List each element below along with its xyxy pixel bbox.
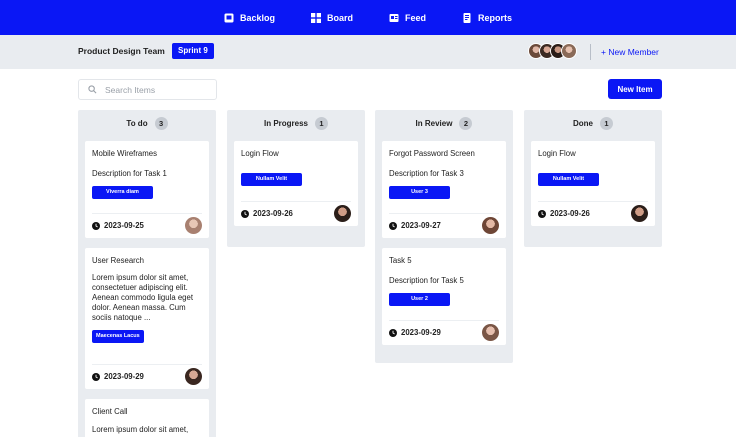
card-date-group: 2023-09-27 — [389, 221, 441, 230]
column-header: Done 1 — [524, 110, 662, 136]
assignee-avatar[interactable] — [631, 205, 648, 222]
clock-icon — [92, 372, 100, 381]
column-title: In Progress — [263, 118, 308, 128]
card-date: 2023-09-26 — [253, 209, 293, 218]
column-title: To do — [126, 118, 148, 128]
card-date: 2023-09-26 — [550, 209, 590, 218]
task-card[interactable]: Forgot Password Screen Description for T… — [382, 141, 506, 238]
card-tag[interactable]: Nullam Velit — [241, 173, 302, 186]
card-title: Login Flow — [241, 149, 279, 158]
column-count-badge: 1 — [600, 116, 613, 130]
card-date-group: 2023-09-25 — [92, 221, 144, 230]
card-title: Client Call — [92, 407, 128, 416]
clock-icon — [389, 221, 397, 230]
search-input[interactable] — [105, 84, 205, 95]
backlog-icon — [224, 13, 234, 22]
clock-icon — [92, 221, 100, 230]
search-box[interactable] — [78, 79, 217, 100]
team-bar: Product Design Team Sprint 9 + New Membe… — [0, 35, 736, 69]
nav-item-label: Board — [326, 12, 353, 23]
task-card[interactable]: User Research Lorem ipsum dolor sit amet… — [85, 248, 209, 389]
card-date: 2023-09-29 — [104, 372, 144, 381]
card-date-group: 2023-09-26 — [241, 209, 293, 218]
card-footer: 2023-09-29 — [389, 320, 499, 341]
assignee-avatar[interactable] — [185, 217, 202, 234]
assignee-avatar[interactable] — [185, 368, 202, 385]
nav-item-board[interactable]: Board — [310, 12, 353, 23]
card-tag[interactable]: Viverra diam — [92, 186, 153, 199]
team-name: Product Design Team — [78, 46, 165, 56]
nav-item-label: Backlog — [239, 12, 275, 23]
clock-icon — [538, 209, 546, 218]
nav-item-backlog[interactable]: Backlog — [224, 13, 275, 23]
divider — [590, 44, 591, 60]
nav-item-reports[interactable]: Reports — [462, 12, 513, 23]
column-header: In Review 2 — [375, 110, 513, 136]
column-header: To do 3 — [78, 110, 216, 136]
card-description: Lorem ipsum dolor sit amet, consectetuer… — [92, 273, 193, 322]
task-card[interactable]: Task 5 Description for Task 5 User 2 202… — [382, 248, 506, 345]
nav-item-label: Feed — [405, 12, 427, 23]
new-member-link[interactable]: + New Member — [601, 47, 659, 57]
column-in-review: In Review 2 Forgot Password Screen Descr… — [375, 110, 513, 363]
card-date: 2023-09-27 — [401, 221, 441, 230]
card-tag[interactable]: User 2 — [389, 293, 450, 306]
feed-icon — [389, 13, 399, 22]
clock-icon — [241, 209, 249, 218]
card-tag[interactable]: Nullam Velit — [538, 173, 599, 186]
card-date: 2023-09-25 — [104, 221, 144, 230]
card-description: Description for Task 5 — [389, 276, 464, 285]
card-date-group: 2023-09-26 — [538, 209, 590, 218]
sprint-badge[interactable]: Sprint 9 — [172, 43, 214, 59]
assignee-avatar[interactable] — [334, 205, 351, 222]
card-date: 2023-09-29 — [401, 328, 441, 337]
column-count-badge: 2 — [459, 116, 473, 130]
card-description: Description for Task 3 — [389, 169, 464, 178]
card-title: User Research — [92, 256, 144, 265]
card-tag[interactable]: User 3 — [389, 186, 450, 199]
card-footer: 2023-09-29 — [92, 364, 202, 385]
task-card[interactable]: Login Flow Nullam Velit 2023-09-26 — [234, 141, 358, 226]
card-footer: 2023-09-26 — [538, 201, 648, 222]
board-icon — [310, 12, 321, 23]
clock-icon — [389, 328, 397, 337]
card-date-group: 2023-09-29 — [92, 372, 144, 381]
task-card[interactable]: Client Call Lorem ipsum dolor sit amet, — [85, 399, 209, 437]
card-title: Mobile Wireframes — [92, 149, 157, 158]
card-title: Login Flow — [538, 149, 576, 158]
card-description: Lorem ipsum dolor sit amet, — [92, 425, 189, 434]
assignee-avatar[interactable] — [482, 324, 499, 341]
column-count-badge: 1 — [315, 116, 328, 130]
column-done: Done 1 Login Flow Nullam Velit 2023-09-2… — [524, 110, 662, 247]
assignee-avatar[interactable] — [482, 217, 499, 234]
nav-item-feed[interactable]: Feed — [389, 13, 426, 23]
card-title: Forgot Password Screen — [389, 149, 475, 158]
column-title: In Review — [415, 118, 453, 128]
card-date-group: 2023-09-29 — [389, 328, 441, 337]
search-icon — [88, 85, 97, 94]
card-footer: 2023-09-27 — [389, 213, 499, 234]
reports-icon — [463, 12, 471, 23]
card-description: Description for Task 1 — [92, 169, 167, 178]
column-todo: To do 3 Mobile Wireframes Description fo… — [78, 110, 216, 437]
column-header: In Progress 1 — [227, 110, 365, 136]
column-count-badge: 3 — [154, 116, 168, 130]
member-avatars[interactable] — [528, 43, 577, 59]
card-footer: 2023-09-26 — [241, 201, 351, 222]
card-footer: 2023-09-25 — [92, 213, 202, 234]
column-in-progress: In Progress 1 Login Flow Nullam Velit 20… — [227, 110, 365, 247]
card-title: Task 5 — [389, 256, 412, 265]
task-card[interactable]: Mobile Wireframes Description for Task 1… — [85, 141, 209, 238]
top-navigation: Backlog Board Feed Reports — [0, 0, 736, 35]
card-tag[interactable]: Maecenas Lacus — [92, 330, 144, 343]
task-card[interactable]: Login Flow Nullam Velit 2023-09-26 — [531, 141, 655, 226]
column-title: Done — [573, 118, 593, 128]
nav-item-label: Reports — [478, 12, 513, 23]
avatar — [561, 43, 577, 59]
new-item-button[interactable]: New Item — [608, 79, 662, 99]
